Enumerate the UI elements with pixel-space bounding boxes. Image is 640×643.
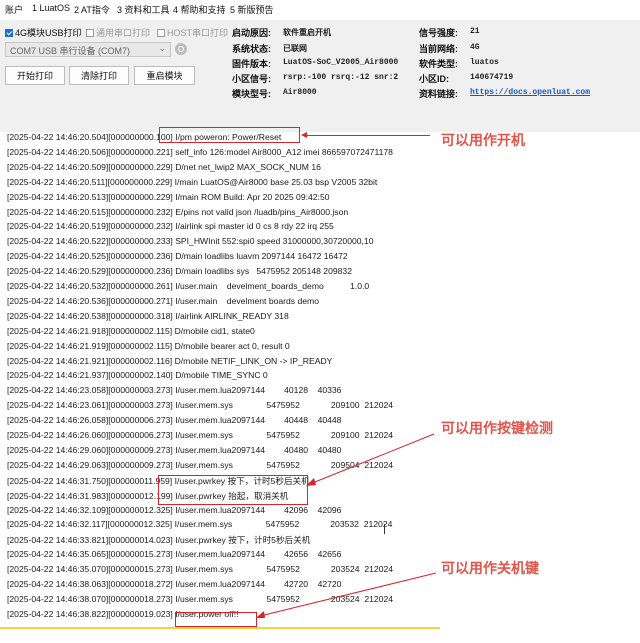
checkbox-icon (157, 28, 165, 37)
menu-account[interactable]: 账户 (5, 3, 23, 16)
log-line: [2025-04-22 14:46:21.921][000000002.116]… (7, 355, 333, 366)
log-line: [2025-04-22 14:46:32.109][000000012.325]… (7, 504, 342, 515)
log-line: [2025-04-22 14:46:20.532][000000000.261]… (7, 281, 370, 291)
cell-signal-label: 小区信号: (232, 74, 271, 84)
docs-link[interactable]: https://docs.openluat.com (470, 88, 590, 97)
checkbox-checked-icon (5, 28, 13, 37)
host-print-checkbox[interactable]: HOST串口打印 (157, 26, 228, 39)
log-line: [2025-04-22 14:46:33.821][000000014.023]… (7, 535, 311, 546)
poweron-annotation: 可以用作开机 (441, 133, 525, 149)
text-cursor (384, 524, 385, 534)
refresh-icon[interactable] (175, 43, 187, 55)
poweroff-highlight-box (175, 612, 257, 627)
chevron-down-icon: ⌄ (158, 43, 166, 53)
log-line: [2025-04-22 14:46:20.529][000000000.236]… (7, 266, 352, 277)
log-line: [2025-04-22 14:46:20.536][000000000.271]… (7, 295, 319, 306)
log-line: [2025-04-22 14:46:20.538][000000000.318]… (7, 310, 289, 321)
cell-id-label: 小区ID: (419, 74, 449, 84)
port-select[interactable]: COM7 USB 串行设备 (COM7) ⌄ (5, 42, 171, 57)
key-detect-annotation: 可以用作按键检测 (441, 421, 553, 437)
firmware-value: LuatOS-SoC_V2005_Air8000 (283, 58, 399, 67)
control-panel: 4G模块USB打印 通用串口打印 HOST串口打印 COM7 USB 串行设备 … (0, 20, 640, 133)
port-select-value: COM7 USB 串行设备 (COM7) (10, 46, 131, 56)
log-line: [2025-04-22 14:46:20.511][000000000.229]… (7, 176, 378, 187)
current-network-label: 当前网络: (419, 44, 458, 54)
clear-print-button[interactable]: 清除打印 (69, 66, 129, 85)
menu-new-version-preview[interactable]: 5 新版预告 (230, 3, 274, 16)
log-line: [2025-04-22 14:46:21.919][000000002.115]… (7, 340, 290, 351)
usb-print-checkbox[interactable]: 4G模块USB打印 (5, 26, 82, 39)
docs-link-label: 资料链接: (419, 89, 458, 99)
boot-reason-label: 启动原因: (232, 28, 271, 38)
serial-print-label: 通用串口打印 (96, 28, 151, 38)
system-status-label: 系统状态: (232, 44, 271, 54)
restart-module-button[interactable]: 重启模块 (134, 66, 195, 85)
module-model-label: 模块型号: (232, 89, 271, 99)
log-line: [2025-04-22 14:46:20.519][000000000.232]… (7, 221, 334, 232)
log-line: [2025-04-22 14:46:32.117][000000012.325]… (7, 519, 393, 530)
log-line: [2025-04-22 14:46:23.061][000000003.273]… (7, 400, 394, 411)
menu-bar: 账户 1 LuatOS 2 AT指令 3 资料和工具 4 帮助和支持 5 新版预… (0, 0, 640, 20)
signal-strength-label: 信号强度: (419, 28, 458, 38)
boot-reason-value: 软件重启开机 (283, 28, 331, 37)
firmware-label: 固件版本: (232, 59, 271, 69)
log-line: [2025-04-22 14:46:23.058][000000003.273]… (7, 385, 342, 396)
log-line: [2025-04-22 14:46:29.060][000000009.273]… (7, 444, 342, 455)
log-line: [2025-04-22 14:46:35.065][000000015.273]… (7, 549, 342, 560)
software-type-label: 软件类型: (419, 59, 458, 69)
bottom-highlight-bar (0, 627, 440, 629)
start-print-button[interactable]: 开始打印 (5, 66, 65, 85)
software-type-value: luatos (470, 58, 499, 67)
poweroff-annotation: 可以用作关机键 (441, 561, 539, 577)
system-status-value: 已联网 (283, 44, 307, 53)
log-line: [2025-04-22 14:46:26.058][000000006.273]… (7, 415, 342, 426)
log-line: [2025-04-22 14:46:20.513][000000000.229]… (7, 191, 330, 202)
serial-print-checkbox[interactable]: 通用串口打印 (86, 26, 150, 39)
checkbox-icon (86, 28, 94, 37)
poweron-highlight-box (159, 127, 300, 143)
log-line: [2025-04-22 14:46:21.918][000000002.115]… (7, 325, 255, 336)
host-print-label: HOST串口打印 (167, 28, 229, 38)
key-detect-arrow (306, 433, 435, 486)
log-line: [2025-04-22 14:46:20.506][000000000.221]… (7, 146, 393, 157)
cell-id-value: 140674719 (470, 73, 514, 82)
arrow-head-icon (301, 132, 307, 138)
log-line: [2025-04-22 14:46:20.515][000000000.232]… (7, 206, 349, 217)
log-line: [2025-04-22 14:46:20.522][000000000.233]… (7, 236, 374, 247)
menu-at-commands[interactable]: 2 AT指令 (74, 3, 110, 16)
signal-strength-value: 21 (470, 27, 480, 36)
log-line: [2025-04-22 14:46:20.525][000000000.236]… (7, 251, 348, 262)
usb-print-label: 4G模块USB打印 (15, 28, 82, 38)
cell-signal-value: rsrp:-100 rsrq:-12 snr:2 (283, 73, 399, 82)
menu-luatos[interactable]: 1 LuatOS (32, 3, 70, 13)
module-model-value: Air8000 (283, 88, 317, 97)
key-detect-highlight-box (158, 475, 308, 505)
menu-resources-tools[interactable]: 3 资料和工具 (117, 3, 170, 16)
log-line: [2025-04-22 14:46:20.509][000000000.229]… (7, 161, 321, 172)
current-network-value: 4G (470, 43, 480, 52)
poweroff-arrow (256, 572, 437, 618)
log-output[interactable]: [2025-04-22 14:46:20.504][000000000.100]… (0, 132, 640, 628)
poweron-arrow (306, 135, 430, 136)
menu-help-support[interactable]: 4 帮助和支持 (173, 3, 226, 16)
log-line: [2025-04-22 14:46:21.937][000000002.140]… (7, 370, 268, 381)
